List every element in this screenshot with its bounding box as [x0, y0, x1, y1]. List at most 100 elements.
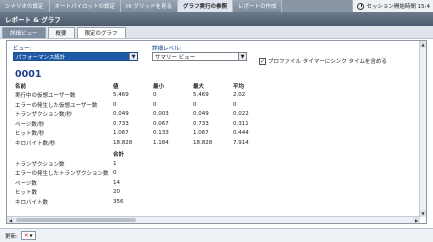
- cell-total: 14: [113, 179, 120, 186]
- view-select[interactable]: パフォーマンス統計 ▼: [13, 52, 138, 61]
- vertical-scrollbar[interactable]: ▲ ▼: [419, 41, 426, 217]
- tab-label: オートパイロットの設定: [54, 4, 116, 10]
- totals-header-row: 合計: [15, 150, 273, 160]
- cell-min: 0.133: [153, 130, 169, 137]
- tab-label: グラフ実行の参照: [182, 4, 227, 10]
- sub-tab-bar: 詳細ビュー 概要 限定のグラフ: [0, 26, 433, 39]
- cell-value: 1.067: [113, 130, 129, 137]
- chevron-down-icon: ▼: [238, 53, 246, 60]
- tab-label: Hi グリッドを見る: [126, 4, 172, 10]
- cell-total: 1: [113, 160, 117, 167]
- cell-value: 0.733: [113, 120, 129, 127]
- scroll-right-icon[interactable]: ▶: [413, 217, 420, 223]
- column-header-min: 最小: [153, 83, 165, 90]
- cell-min: 0: [153, 92, 157, 99]
- section-number: 0001: [15, 69, 42, 80]
- cell-min: 0.003: [153, 111, 169, 118]
- cell-max: 0.733: [193, 120, 209, 127]
- column-header-name: 名前: [15, 83, 27, 90]
- tab-session-start[interactable]: セッション開始時間 15:4: [352, 0, 433, 12]
- cell-max: 0: [193, 101, 197, 108]
- chevron-down-icon: ▼: [129, 53, 137, 60]
- tab-summary[interactable]: 概要: [47, 27, 75, 38]
- cell-avg: 7.914: [233, 139, 249, 146]
- tab-grid-view[interactable]: Hi グリッドを見る: [121, 0, 178, 12]
- tab-label: 限定のグラフ: [84, 31, 118, 37]
- tab-label: 詳細ビュー: [10, 31, 38, 37]
- totals-header: 合計: [113, 152, 125, 159]
- cell-min: 0.067: [153, 120, 169, 127]
- tab-graph-reference[interactable]: グラフ実行の参照: [177, 0, 233, 12]
- table-row: エラーの発生したトランザクション数 0: [15, 169, 273, 179]
- cell-total: 0: [113, 170, 117, 177]
- top-tab-bar: シナリオの設定 オートパイロットの設定 Hi グリッドを見る グラフ実行の参照 …: [0, 0, 433, 12]
- cell-max: 1.067: [193, 130, 209, 137]
- page-header: レポート & グラフ: [0, 12, 433, 26]
- cell-max: 5.469: [193, 92, 209, 99]
- cell-name: ヒット数/秒: [15, 131, 45, 138]
- close-icon: ✕: [23, 232, 29, 239]
- cell-min: 1.184: [153, 139, 169, 146]
- scroll-left-icon[interactable]: ◀: [7, 217, 14, 223]
- column-header-avg: 平均: [233, 83, 245, 90]
- footer-bar: 更新: ✕ ▼: [0, 228, 433, 242]
- cell-avg: 0: [233, 101, 237, 108]
- profile-timer-label: プロファイル タイマーにシンク タイムを含める: [268, 59, 387, 65]
- tab-autopilot-settings[interactable]: オートパイロットの設定: [49, 0, 122, 12]
- cell-value: 18.828: [113, 139, 133, 146]
- refresh-dropdown[interactable]: ✕ ▼: [20, 231, 36, 240]
- horizontal-scrollbar[interactable]: ◀ ▶: [7, 216, 420, 223]
- profile-timer-checkbox[interactable]: ✓: [259, 57, 266, 65]
- profile-timer-option[interactable]: ✓ プロファイル タイマーにシンク タイムを含める: [259, 57, 387, 65]
- detail-level-label: 詳細レベル:: [152, 46, 182, 52]
- scroll-down-icon[interactable]: ▼: [420, 210, 426, 217]
- table-row: ページ数/秒 0.733 0.067 0.733 0.311: [15, 119, 273, 129]
- column-header-value: 値: [113, 83, 119, 90]
- content-panel: ビュー: パフォーマンス統計 ▼ 詳細レベル: サマリー ビュー ▼ ✓ プロフ…: [6, 40, 427, 224]
- scrollbar-thumb[interactable]: [16, 218, 136, 222]
- cell-name: エラーの発生した仮想ユーザー数: [15, 102, 98, 109]
- view-select-value: パフォーマンス統計: [16, 54, 66, 61]
- column-header-max: 最大: [193, 83, 205, 90]
- detail-level-select[interactable]: サマリー ビュー ▼: [152, 52, 247, 61]
- cell-name: トランザクション数: [15, 161, 65, 168]
- cell-value: 0: [113, 101, 117, 108]
- cell-avg: 2.02: [233, 92, 246, 99]
- chevron-down-icon: ▼: [29, 233, 33, 238]
- cell-name: 実行中の仮想ユーザー数: [15, 93, 76, 100]
- cell-name: エラーの発生したトランザクション数: [15, 171, 109, 178]
- session-start-label: セッション開始時間 15:4: [366, 4, 430, 10]
- tab-scenario-settings[interactable]: シナリオの設定: [0, 0, 50, 12]
- cell-max: 0.049: [193, 111, 209, 118]
- tab-label: シナリオの設定: [5, 4, 44, 10]
- cell-value: 5.469: [113, 92, 129, 99]
- stats-table: 名前 値 最小 最大 平均 実行中の仮想ユーザー数 5.469 0 5.469 …: [15, 81, 273, 207]
- cell-total: 20: [113, 189, 120, 196]
- tab-limited-graph[interactable]: 限定のグラフ: [76, 27, 126, 38]
- table-row: エラーの発生した仮想ユーザー数 0 0 0 0: [15, 100, 273, 110]
- table-row: トランザクション数 1: [15, 159, 273, 169]
- cell-name: トランザクション数/秒: [15, 112, 72, 119]
- table-row: ヒット数 20: [15, 188, 273, 198]
- scroll-up-icon[interactable]: ▲: [420, 41, 426, 48]
- tab-report-create[interactable]: レポートの作成: [232, 0, 283, 12]
- cell-total: 356: [113, 198, 124, 205]
- table-row: キロバイト数/秒 18.828 1.184 18.828 7.914: [15, 138, 273, 148]
- cell-max: 18.828: [193, 139, 213, 146]
- table-row: 実行中の仮想ユーザー数 5.469 0 5.469 2.02: [15, 91, 273, 101]
- view-label: ビュー:: [13, 46, 32, 52]
- tab-detail-view[interactable]: 詳細ビュー: [2, 27, 46, 38]
- cell-min: 0: [153, 101, 157, 108]
- table-header-row: 名前 値 最小 最大 平均: [15, 81, 273, 91]
- clock-icon: [357, 2, 365, 10]
- cell-name: ページ数/秒: [15, 121, 45, 128]
- cell-name: ページ数: [15, 180, 37, 187]
- cell-name: ヒット数: [15, 190, 38, 197]
- cell-avg: 0.022: [233, 111, 249, 118]
- table-row: ページ数 14: [15, 178, 273, 188]
- page-title: レポート & グラフ: [5, 16, 61, 24]
- table-row: キロバイト数 356: [15, 197, 273, 207]
- table-row: ヒット数/秒 1.067 0.133 1.067 0.444: [15, 129, 273, 139]
- cell-name: キロバイト数/秒: [15, 140, 56, 147]
- table-row: トランザクション数/秒 0.049 0.003 0.049 0.022: [15, 110, 273, 120]
